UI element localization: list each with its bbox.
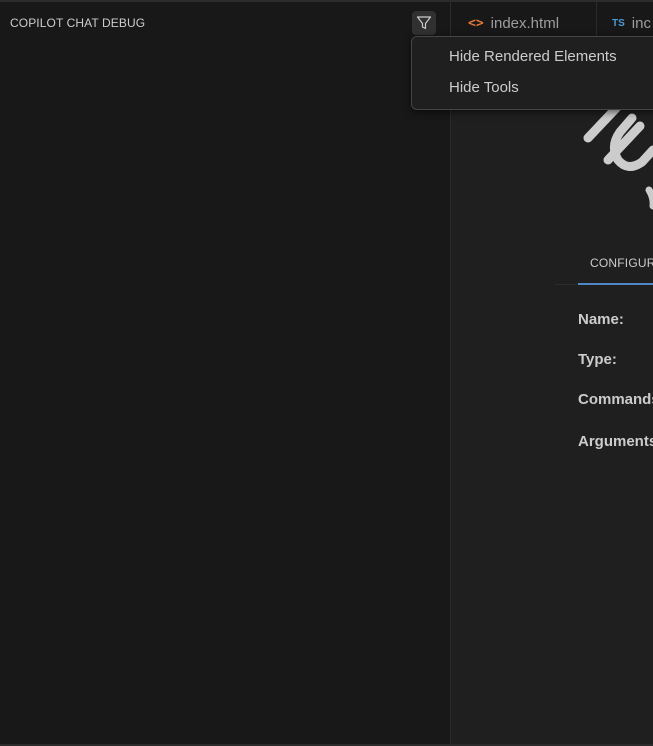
tab-label: index.html <box>490 14 560 32</box>
tab-configuration[interactable]: CONFIGUR <box>590 256 653 270</box>
html-file-icon: <> <box>468 15 484 31</box>
active-tab-indicator <box>578 283 653 285</box>
filter-dropdown-menu: Hide Rendered Elements Hide Tools <box>411 36 653 110</box>
panel-title: COPILOT CHAT DEBUG <box>10 16 146 30</box>
typescript-file-icon: TS <box>612 17 625 29</box>
field-commands-label: Commands <box>578 391 653 408</box>
field-arguments-label: Arguments <box>578 433 653 450</box>
field-type-label: Type: <box>578 351 617 368</box>
field-name-label: Name: <box>578 311 624 328</box>
tab-label: inc <box>631 14 651 32</box>
menu-item-hide-tools[interactable]: Hide Tools <box>449 79 519 96</box>
debug-panel <box>0 2 450 744</box>
menu-item-hide-rendered-elements[interactable]: Hide Rendered Elements <box>449 48 617 65</box>
filter-icon <box>416 16 432 30</box>
filter-button[interactable] <box>412 11 436 35</box>
